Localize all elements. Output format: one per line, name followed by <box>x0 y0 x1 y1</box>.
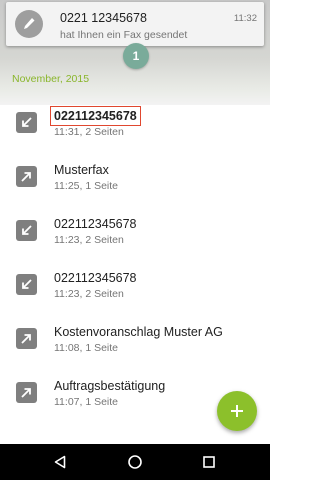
item-title: 022112345678 <box>50 106 141 126</box>
home-icon[interactable] <box>125 452 145 472</box>
item-subtitle: 11:08, 1 Seite <box>54 342 119 354</box>
fax-pen-icon <box>15 10 43 38</box>
fax-notification[interactable]: 0221 12345678 hat Ihnen ein Fax gesendet… <box>6 2 264 46</box>
list-item[interactable]: 022112345678 11:31, 2 Seiten <box>0 89 270 143</box>
plus-icon <box>231 405 243 417</box>
item-subtitle: 11:07, 1 Seite <box>54 396 119 408</box>
notification-time: 11:32 <box>233 13 257 24</box>
outgoing-arrow-icon <box>16 382 37 403</box>
list-item[interactable]: Kostenvoranschlag Muster AG 11:08, 1 Sei… <box>0 305 270 359</box>
list-item[interactable]: 022112345678 11:23, 2 Seiten <box>0 197 270 251</box>
incoming-arrow-icon <box>16 274 37 295</box>
notification-title: 0221 12345678 <box>60 11 147 25</box>
item-subtitle: 11:25, 1 Seite <box>54 180 119 192</box>
incoming-arrow-icon <box>16 112 37 133</box>
add-fax-button[interactable] <box>217 391 257 431</box>
notification-text: hat Ihnen ein Fax gesendet <box>60 29 188 41</box>
incoming-arrow-icon <box>16 220 37 241</box>
item-title: 022112345678 <box>54 271 137 285</box>
item-subtitle: 11:23, 2 Seiten <box>54 288 124 300</box>
item-title: Musterfax <box>54 163 109 177</box>
list-item[interactable]: 022112345678 11:23, 2 Seiten <box>0 251 270 305</box>
outgoing-arrow-icon <box>16 328 37 349</box>
item-title: 022112345678 <box>54 217 137 231</box>
notification-count-badge[interactable]: 1 <box>123 43 149 69</box>
list-item[interactable]: Musterfax 11:25, 1 Seite <box>0 143 270 197</box>
section-header: November, 2015 <box>12 73 90 85</box>
fax-list: 022112345678 11:31, 2 Seiten Musterfax 1… <box>0 89 270 413</box>
outgoing-arrow-icon <box>16 166 37 187</box>
item-title: Auftragsbestätigung <box>54 379 166 393</box>
item-subtitle: 11:23, 2 Seiten <box>54 234 124 246</box>
recents-icon[interactable] <box>199 452 219 472</box>
back-icon[interactable] <box>50 452 70 472</box>
item-title: Kostenvoranschlag Muster AG <box>54 325 223 339</box>
system-navigation-bar <box>0 444 270 480</box>
item-subtitle: 11:31, 2 Seiten <box>54 126 124 138</box>
